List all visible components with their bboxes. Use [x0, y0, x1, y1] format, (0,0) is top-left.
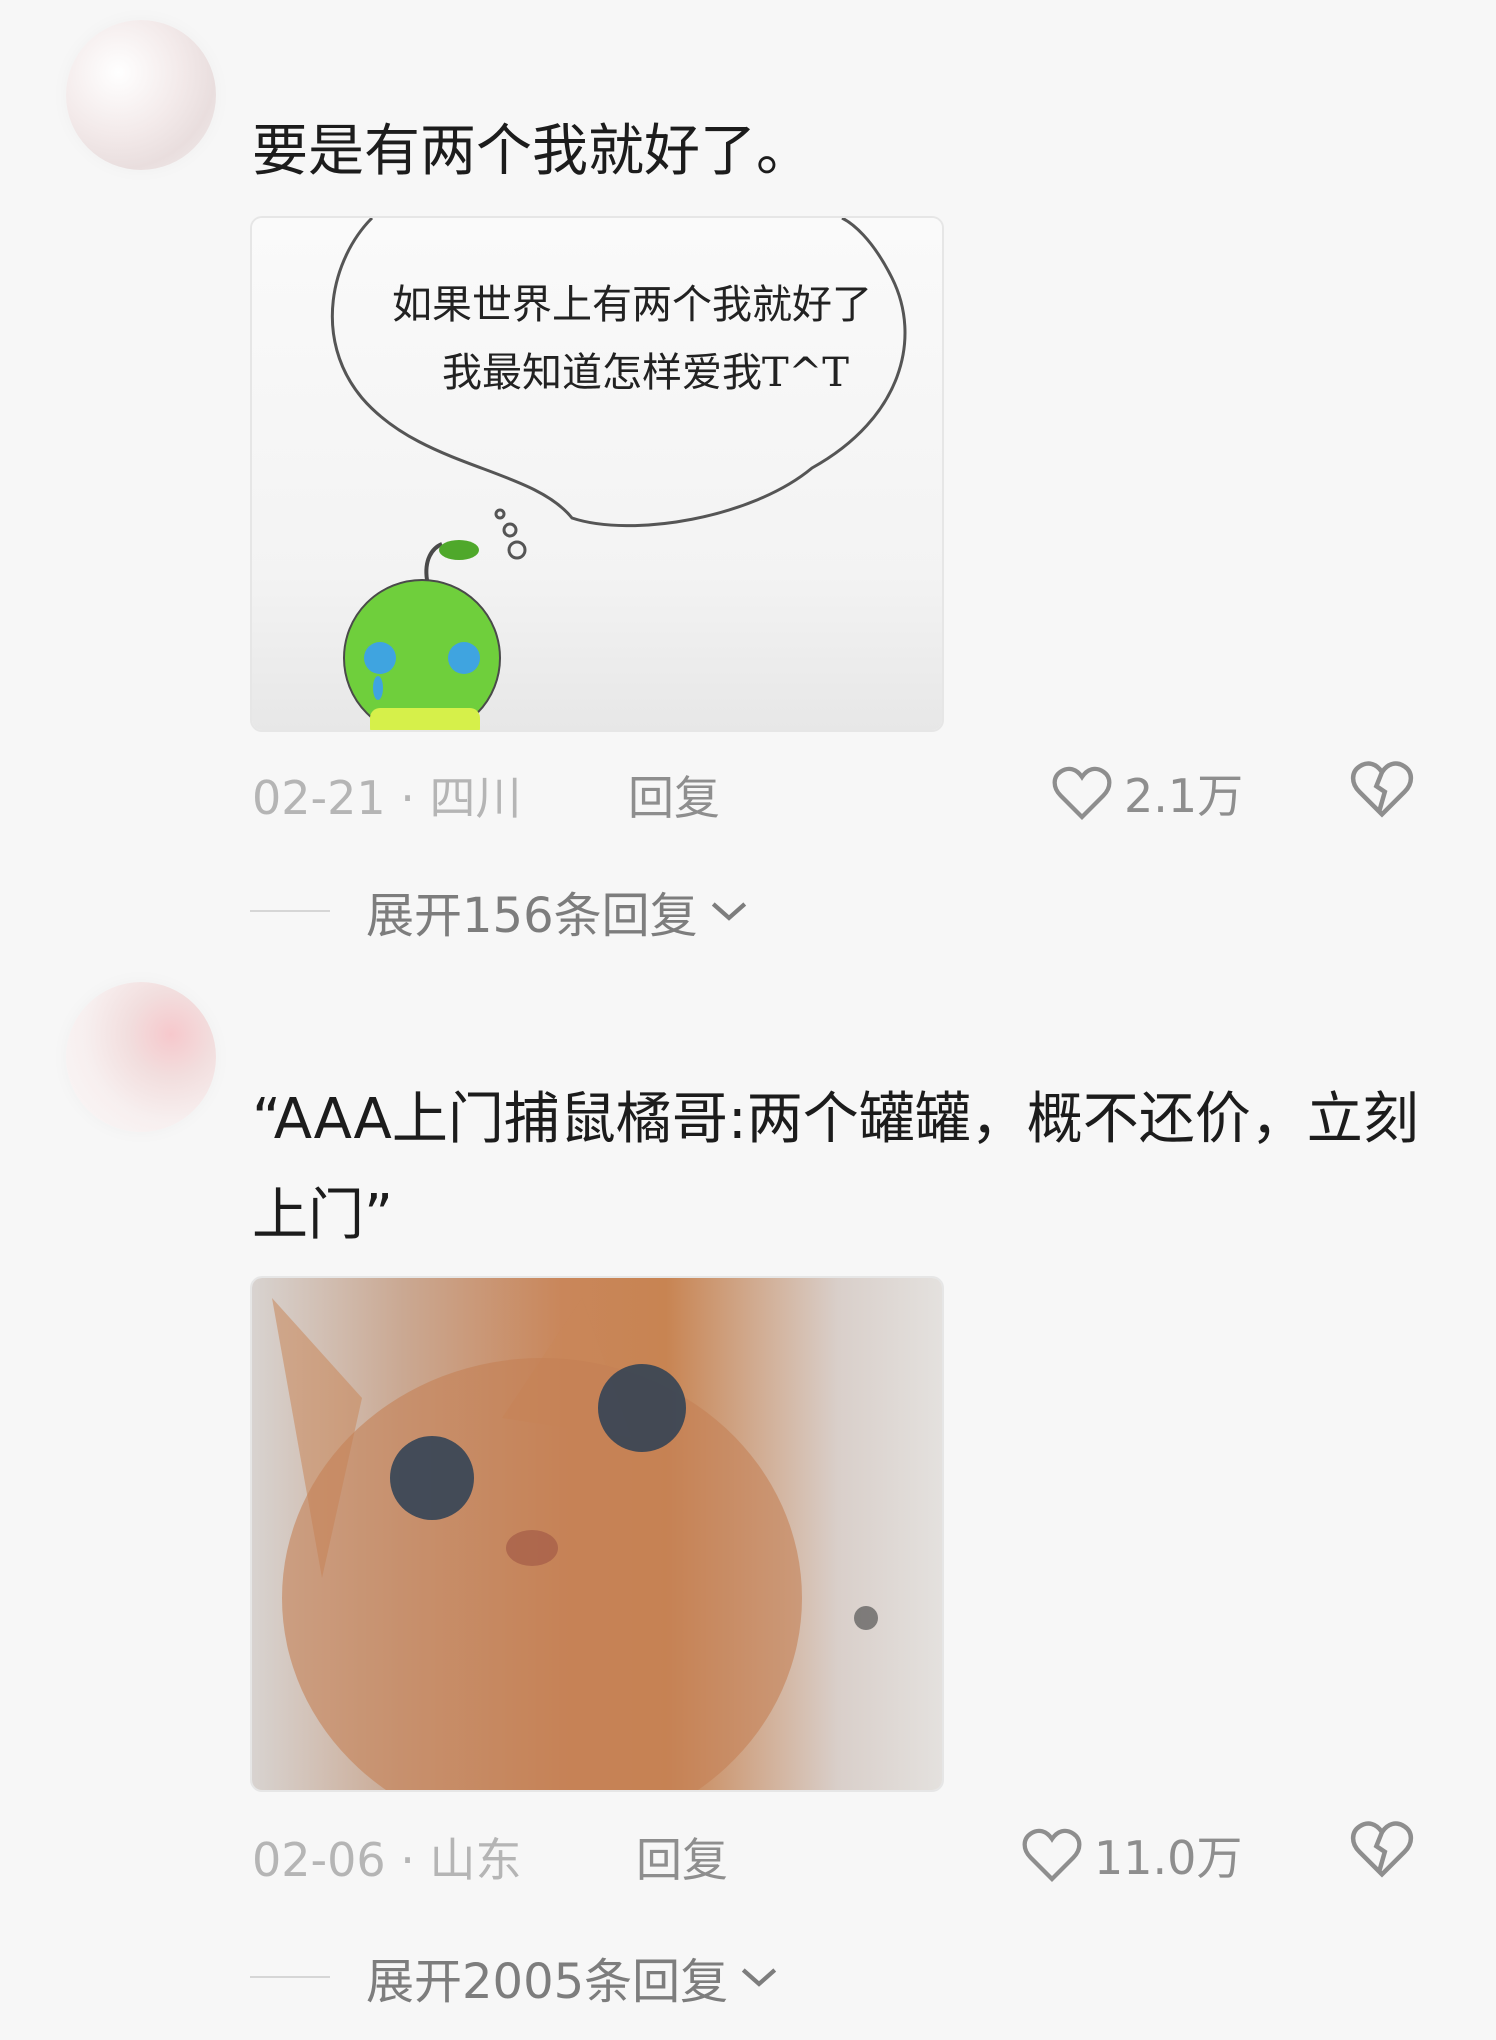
expand-replies[interactable]: 展开156条回复: [250, 876, 750, 946]
broken-heart-icon: [1350, 761, 1414, 818]
divider-line: [250, 910, 330, 912]
expand-replies[interactable]: 展开2005条回复: [250, 1942, 780, 2012]
dislike-button[interactable]: [1348, 1818, 1416, 1884]
divider-line: [250, 1976, 330, 1978]
reply-button[interactable]: 回复: [628, 762, 720, 828]
comment-date: 02-21: [252, 771, 386, 825]
expand-replies-label: 展开156条回复: [366, 888, 698, 944]
chevron-down-icon: [742, 1968, 777, 1987]
comment-meta: 02-06 · 山东: [252, 1824, 522, 1890]
like-count: 2.1万: [1124, 769, 1244, 823]
meta-separator: ·: [400, 1833, 430, 1887]
avatar[interactable]: [66, 20, 216, 170]
meme-illustration: 如果世界上有两个我就好了 我最知道怎样爱我T^T: [330, 218, 907, 730]
comment-location: 山东: [429, 1833, 522, 1887]
meme-caption-line1: 如果世界上有两个我就好了: [392, 282, 872, 328]
chevron-down-icon: [711, 902, 746, 921]
comment-image[interactable]: 如果世界上有两个我就好了 我最知道怎样爱我T^T: [250, 216, 944, 732]
like-button[interactable]: 2.1万: [1050, 760, 1243, 826]
heart-outline-icon: [1022, 1828, 1082, 1883]
cat-illustration: [272, 1298, 878, 1790]
like-button[interactable]: 11.0万: [1020, 1822, 1242, 1888]
dislike-button[interactable]: [1348, 758, 1416, 824]
meta-separator: ·: [400, 771, 430, 825]
like-count: 11.0万: [1094, 1831, 1243, 1885]
avatar[interactable]: [66, 982, 216, 1132]
comment-image[interactable]: [250, 1276, 944, 1792]
comment-date: 02-06: [252, 1833, 386, 1887]
comment-location: 四川: [429, 771, 522, 825]
reply-button[interactable]: 回复: [636, 1824, 728, 1890]
expand-replies-label: 展开2005条回复: [366, 1954, 729, 2010]
comment-meta: 02-21 · 四川: [252, 762, 522, 828]
broken-heart-icon: [1350, 1821, 1414, 1878]
meme-image: 如果世界上有两个我就好了 我最知道怎样爱我T^T: [252, 218, 942, 730]
meme-caption-line2: 我最知道怎样爱我T^T: [442, 350, 849, 396]
comment-text: 要是有两个我就好了。: [252, 119, 812, 184]
comment-text: “AAA上门捕鼠橘哥:两个罐罐，概不还价，立刻上门”: [252, 1087, 1419, 1248]
heart-outline-icon: [1052, 766, 1112, 821]
cat-photo: [252, 1278, 942, 1790]
